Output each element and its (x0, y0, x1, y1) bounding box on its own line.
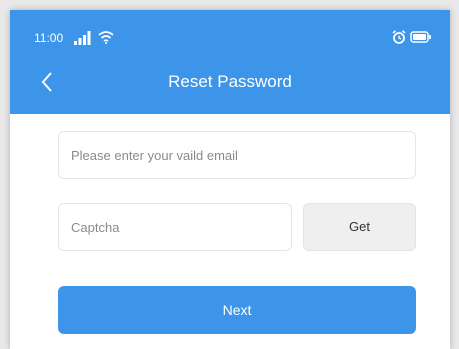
app-screen: 11:00 Reset Password Please enter your v… (10, 10, 450, 349)
captcha-input[interactable] (59, 204, 291, 250)
alarm-icon (392, 30, 406, 44)
next-button[interactable]: Next (58, 286, 416, 334)
page-title: Reset Password (168, 72, 292, 91)
email-input[interactable] (59, 132, 415, 178)
app-header: 11:00 Reset Password (10, 10, 450, 114)
get-captcha-button[interactable]: Get (303, 203, 416, 251)
captcha-field[interactable] (58, 203, 292, 251)
email-field[interactable] (58, 131, 416, 179)
wifi-icon (98, 31, 114, 44)
battery-icon (410, 31, 431, 43)
status-time: 11:00 (34, 31, 64, 45)
signal-icon (74, 31, 91, 45)
status-bar: 11:00 (10, 10, 450, 50)
device-frame: 11:00 Reset Password Please enter your v… (0, 0, 459, 349)
